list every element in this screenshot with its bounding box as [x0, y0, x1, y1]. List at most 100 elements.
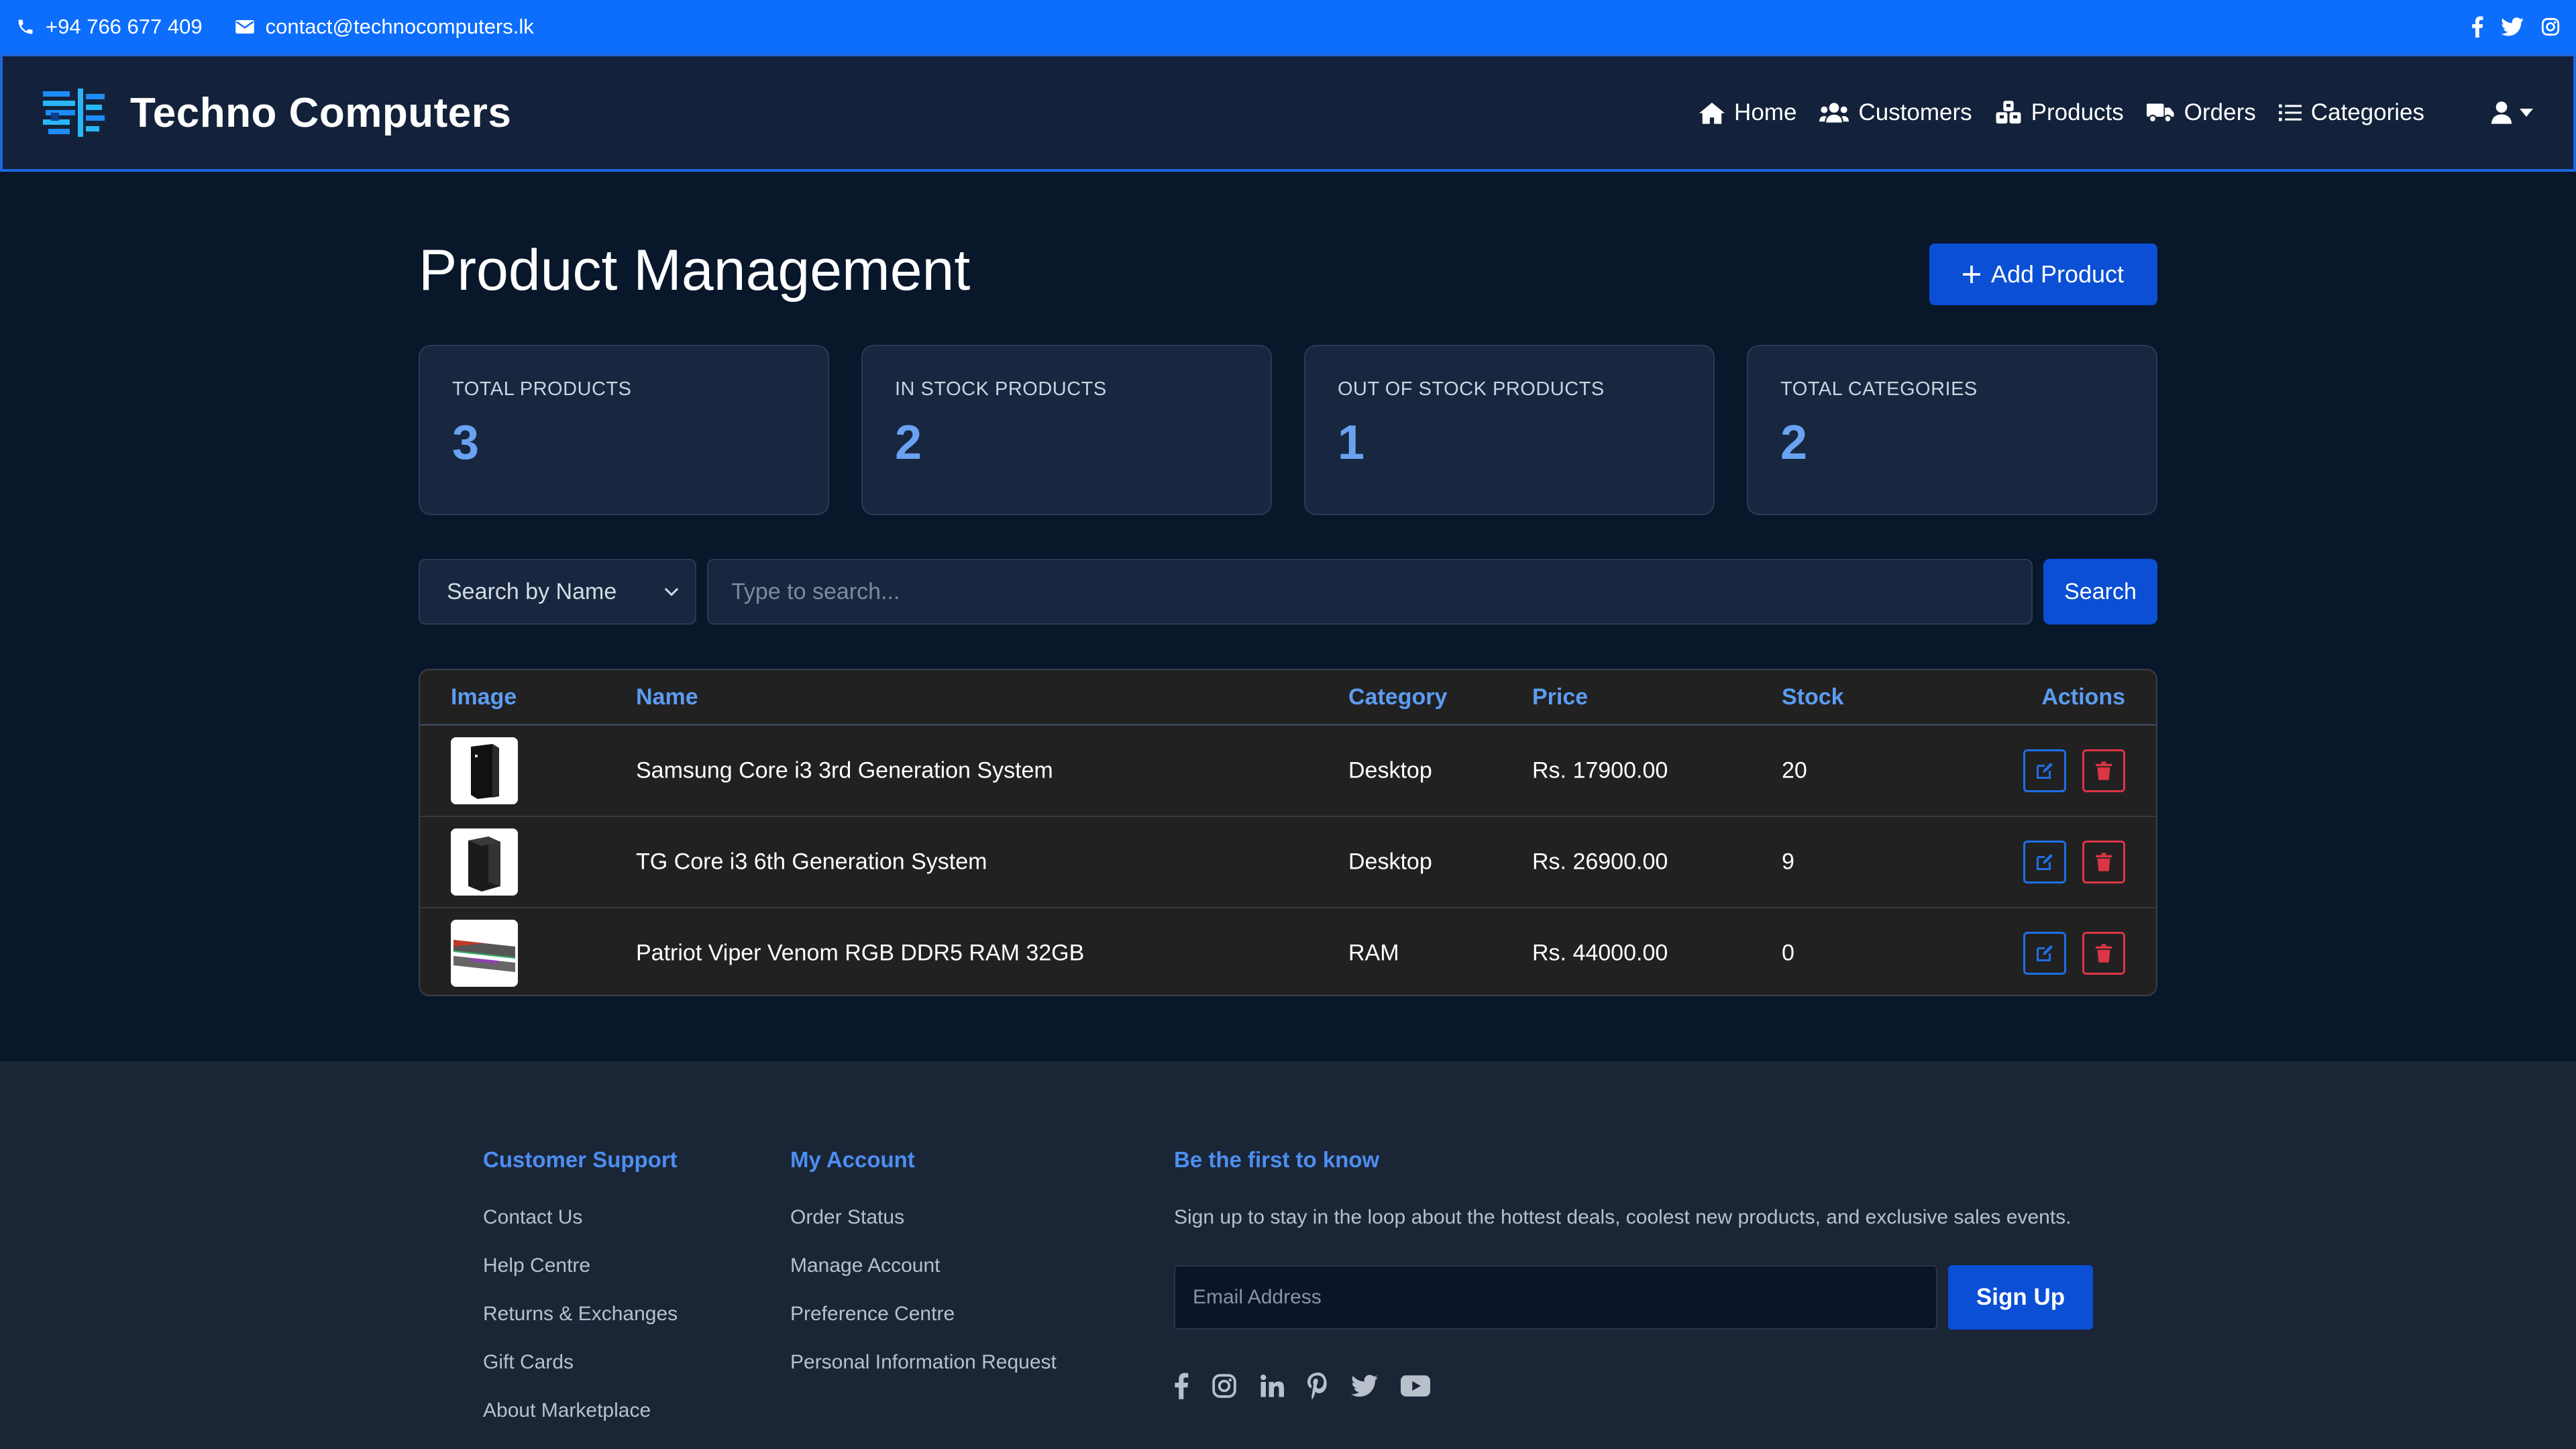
products-table: Image Name Category Price Stock Actions … [419, 669, 2157, 996]
header-name[interactable]: Name [636, 684, 698, 710]
list-icon [2278, 104, 2302, 121]
table-row: TG Core i3 6th Generation System Desktop… [420, 817, 2156, 908]
delete-button[interactable] [2082, 749, 2125, 792]
instagram-icon[interactable] [2541, 17, 2560, 36]
add-product-label: Add Product [1990, 260, 2125, 288]
search-filter-value: Search by Name [447, 578, 617, 604]
product-image[interactable] [451, 920, 518, 987]
header-category[interactable]: Category [1348, 684, 1447, 710]
edit-icon [2037, 854, 2053, 870]
add-product-button[interactable]: Add Product [1929, 244, 2157, 305]
footer-link[interactable]: About Marketplace [483, 1399, 678, 1448]
stat-card-out-of-stock: OUT OF STOCK PRODUCTS 1 [1304, 345, 1715, 515]
header-image[interactable]: Image [451, 684, 517, 710]
edit-button[interactable] [2023, 841, 2066, 883]
nav-item-products[interactable]: Products [1995, 99, 2124, 126]
footer-link[interactable]: Contact Us [483, 1206, 678, 1254]
header-actions: Actions [2041, 684, 2125, 710]
trash-icon [2096, 853, 2112, 871]
home-icon [1699, 102, 1725, 124]
chevron-down-icon [664, 588, 679, 596]
search-button[interactable]: Search [2043, 559, 2157, 625]
trash-icon [2096, 761, 2112, 780]
product-stock: 0 [1782, 940, 1794, 966]
stat-card-in-stock: IN STOCK PRODUCTS 2 [861, 345, 1272, 515]
brand-logo-icon [43, 89, 105, 137]
twitter-icon[interactable] [2501, 17, 2524, 36]
linkedin-icon[interactable] [1260, 1374, 1284, 1398]
pinterest-icon[interactable] [1307, 1373, 1328, 1399]
phone-number: +94 766 677 409 [46, 15, 203, 38]
nav-products-label: Products [2031, 99, 2124, 125]
product-price: Rs. 26900.00 [1532, 849, 1668, 875]
footer-link[interactable]: Preference Centre [790, 1303, 1057, 1351]
stat-label: TOTAL PRODUCTS [452, 378, 632, 400]
product-stock: 20 [1782, 757, 1807, 784]
site-footer: Customer Support Contact Us Help Centre … [0, 1061, 2576, 1449]
product-price: Rs. 17900.00 [1532, 757, 1668, 784]
brand[interactable]: Techno Computers [43, 86, 511, 140]
footer-link[interactable]: Gift Cards [483, 1351, 678, 1399]
plus-icon [1962, 266, 1980, 283]
product-name: Patriot Viper Venom RGB DDR5 RAM 32GB [636, 940, 1085, 966]
footer-link[interactable]: Personal Information Request [790, 1351, 1057, 1399]
user-menu-dropdown[interactable] [2491, 101, 2533, 124]
nav-item-orders[interactable]: Orders [2146, 99, 2256, 126]
footer-link[interactable]: Returns & Exchanges [483, 1303, 678, 1351]
envelope-icon [235, 20, 254, 34]
newsletter-form: Sign Up [1174, 1265, 2093, 1330]
facebook-icon[interactable] [2471, 16, 2483, 38]
nav-item-home[interactable]: Home [1699, 99, 1796, 126]
search-filter-select[interactable]: Search by Name [419, 559, 696, 625]
nav-menu: Home Customers Products Orders Categorie… [1676, 99, 2533, 126]
footer-link[interactable]: Manage Account [790, 1254, 1057, 1303]
stat-value: 1 [1338, 416, 1365, 470]
product-image[interactable] [451, 737, 518, 804]
footer-heading: Customer Support [483, 1147, 678, 1172]
youtube-icon[interactable] [1401, 1375, 1430, 1397]
product-category: Desktop [1348, 757, 1432, 784]
product-stock: 9 [1782, 849, 1794, 875]
footer-heading: Be the first to know [1174, 1147, 1380, 1172]
footer-link[interactable]: Order Status [790, 1206, 1057, 1254]
instagram-icon[interactable] [1212, 1373, 1237, 1399]
product-image[interactable] [451, 828, 518, 896]
delete-button[interactable] [2082, 841, 2125, 883]
desktop-tower-image [451, 828, 518, 896]
nav-item-categories[interactable]: Categories [2278, 99, 2424, 126]
facebook-icon[interactable] [1174, 1373, 1189, 1399]
twitter-icon[interactable] [1351, 1375, 1378, 1397]
nav-customers-label: Customers [1858, 99, 1972, 125]
delete-button[interactable] [2082, 932, 2125, 975]
edit-button[interactable] [2023, 932, 2066, 975]
email-field[interactable] [1174, 1265, 1937, 1330]
page-title: Product Management [419, 238, 971, 303]
product-name: TG Core i3 6th Generation System [636, 849, 987, 875]
footer-newsletter: Be the first to know Sign up to stay in … [1174, 1147, 2093, 1399]
email-address[interactable]: contact@technocomputers.lk [266, 15, 534, 39]
stat-value: 2 [1780, 416, 1808, 470]
header-price[interactable]: Price [1532, 684, 1588, 710]
main-navbar: Techno Computers Home Customers Products… [0, 54, 2576, 172]
email-contact[interactable]: contact@technocomputers.lk [235, 15, 534, 39]
trash-icon [2096, 944, 2112, 963]
footer-link[interactable]: Help Centre [483, 1254, 678, 1303]
caret-down-icon [2520, 109, 2533, 117]
nav-home-label: Home [1734, 99, 1797, 125]
table-row: Patriot Viper Venom RGB DDR5 RAM 32GB RA… [420, 908, 2156, 995]
stat-value: 2 [895, 416, 922, 470]
phone-contact: +94 766 677 409 [16, 15, 203, 39]
product-name: Samsung Core i3 3rd Generation System [636, 757, 1053, 784]
stat-label: IN STOCK PRODUCTS [895, 378, 1107, 400]
header-stock[interactable]: Stock [1782, 684, 1844, 710]
edit-icon [2037, 763, 2053, 779]
edit-button[interactable] [2023, 749, 2066, 792]
sign-up-button[interactable]: Sign Up [1948, 1265, 2093, 1330]
product-category: Desktop [1348, 849, 1432, 875]
nav-item-customers[interactable]: Customers [1819, 99, 1972, 126]
footer-social-links [1174, 1373, 2093, 1399]
ram-module-image [451, 920, 518, 987]
table-row: Samsung Core i3 3rd Generation System De… [420, 726, 2156, 817]
search-input[interactable] [707, 559, 2033, 625]
nav-orders-label: Orders [2184, 99, 2256, 125]
